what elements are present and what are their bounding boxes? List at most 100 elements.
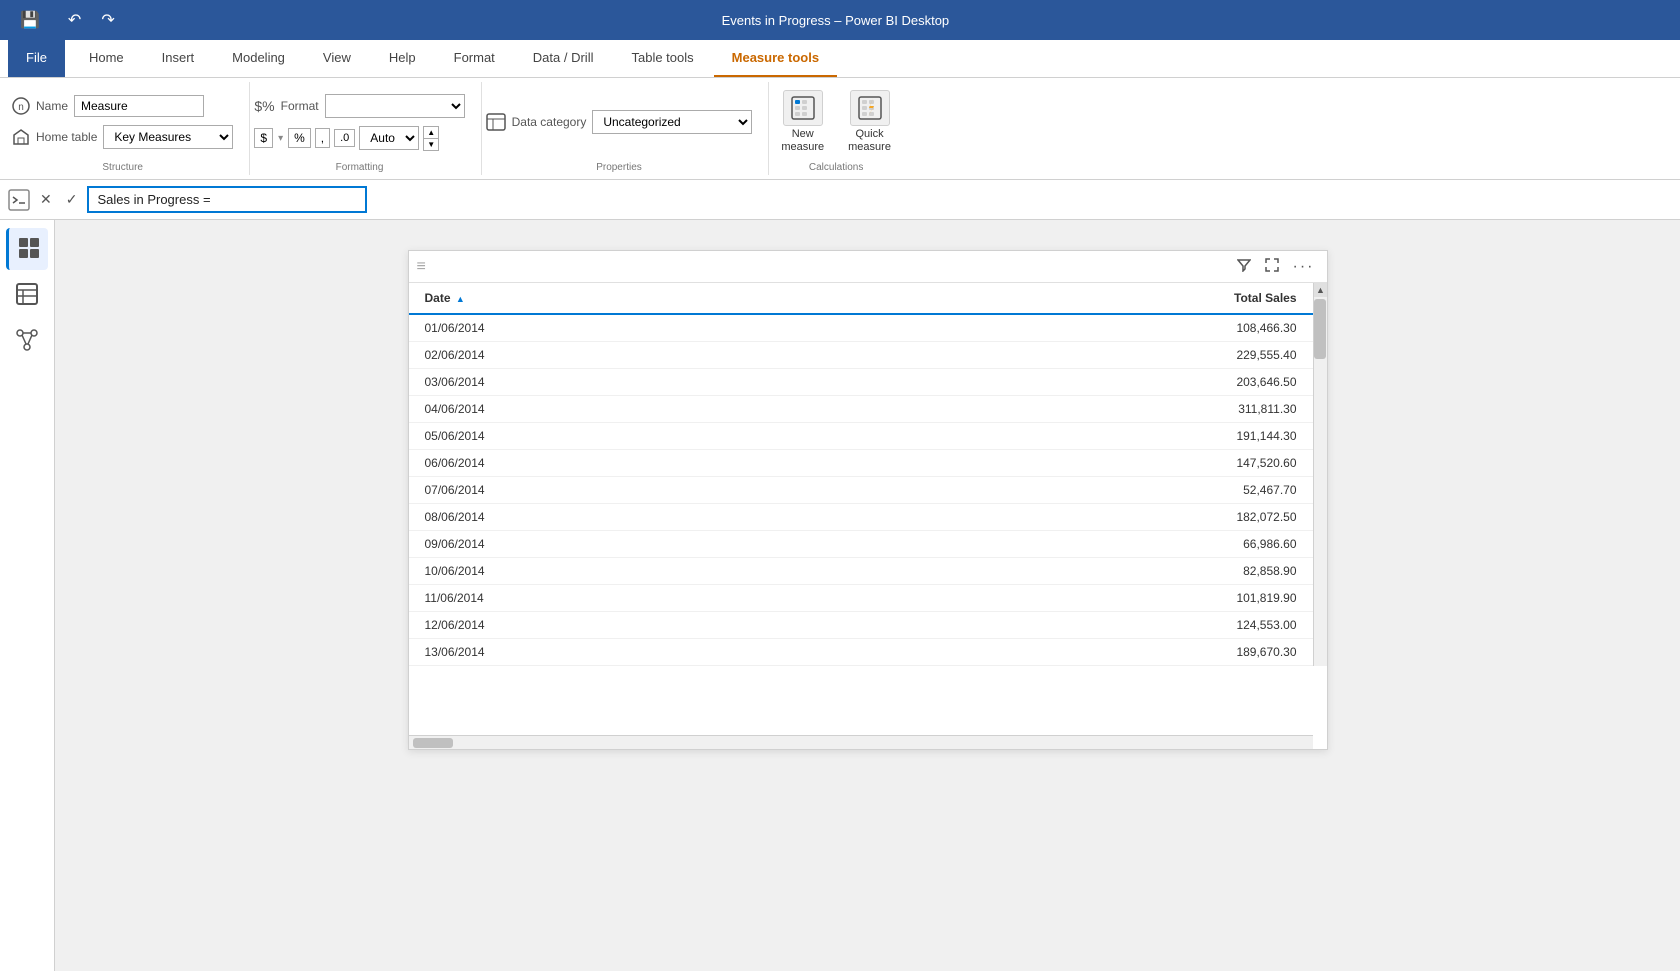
save-button[interactable]: 💾 <box>12 6 48 34</box>
svg-text:n: n <box>18 102 24 113</box>
decimal-inc-button[interactable]: .0 <box>334 129 355 147</box>
total-sales-cell: 82,858.90 <box>855 558 1313 585</box>
tab-help[interactable]: Help <box>371 40 434 77</box>
table-row: 06/06/2014147,520.60 <box>409 450 1313 477</box>
left-sidebar <box>0 220 55 971</box>
tab-home[interactable]: Home <box>71 40 142 77</box>
tab-format[interactable]: Format <box>436 40 513 77</box>
data-category-field: Data category Uncategorized Address City… <box>486 110 753 134</box>
visual-header: ≡ ··· <box>409 251 1327 283</box>
format-buttons-row: $ ▾ % , .0 Auto 0 1 2 3 ▲ <box>254 126 464 151</box>
table-row: 12/06/2014124,553.00 <box>409 612 1313 639</box>
sidebar-model-button[interactable] <box>6 320 48 362</box>
tab-view[interactable]: View <box>305 40 369 77</box>
properties-group-content: Data category Uncategorized Address City… <box>486 86 753 158</box>
total-sales-cell: 311,811.30 <box>855 396 1313 423</box>
date-cell: 05/06/2014 <box>409 423 855 450</box>
calculations-label: Calculations <box>773 162 899 175</box>
home-table-label: Home table <box>36 130 97 144</box>
scroll-up-button[interactable]: ▲ <box>1314 283 1327 297</box>
more-options-icon: ··· <box>1293 258 1315 275</box>
auto-select[interactable]: Auto 0 1 2 3 <box>359 126 419 150</box>
table-row: 08/06/2014182,072.50 <box>409 504 1313 531</box>
save-icon: 💾 <box>20 12 40 29</box>
new-measure-button[interactable]: Newmeasure <box>773 86 832 158</box>
name-icon: n <box>12 97 30 115</box>
data-category-label: Data category <box>512 115 587 129</box>
sidebar-report-button[interactable] <box>6 228 48 270</box>
tab-measuretools[interactable]: Measure tools <box>714 40 837 77</box>
table-visual: ≡ ··· <box>408 250 1328 750</box>
ribbon-group-structure: n Name Home table Key Measures <box>8 82 250 175</box>
undo-button[interactable]: ↶ <box>60 6 89 34</box>
auto-up-button[interactable]: ▲ <box>423 126 439 139</box>
tab-modeling[interactable]: Modeling <box>214 40 303 77</box>
table-row: 02/06/2014229,555.40 <box>409 342 1313 369</box>
total-sales-cell: 191,144.30 <box>855 423 1313 450</box>
tab-tabletools[interactable]: Table tools <box>613 40 711 77</box>
quick-measure-button[interactable]: Quickmeasure <box>840 86 899 158</box>
more-options-button[interactable]: ··· <box>1289 256 1319 278</box>
visual-drag-handle[interactable]: ≡ <box>417 258 426 276</box>
vertical-scrollbar[interactable]: ▲ <box>1313 283 1327 666</box>
window-title: Events in Progress – Power BI Desktop <box>722 13 950 28</box>
total-sales-cell: 229,555.40 <box>855 342 1313 369</box>
ribbon-group-properties: Data category Uncategorized Address City… <box>482 82 770 175</box>
date-cell: 08/06/2014 <box>409 504 855 531</box>
total-sales-column-header[interactable]: Total Sales <box>855 283 1313 314</box>
formatting-group-content: $% Format General Currency Percentage De… <box>254 86 464 158</box>
date-cell: 07/06/2014 <box>409 477 855 504</box>
format-text-label: Format <box>281 99 319 113</box>
main-layout: ≡ ··· <box>0 220 1680 971</box>
data-category-select[interactable]: Uncategorized Address City Country Latit… <box>592 110 752 134</box>
table-header-row: Date ▲ Total Sales <box>409 283 1313 314</box>
percent-button[interactable]: % <box>288 128 311 148</box>
filter-button[interactable] <box>1233 256 1255 277</box>
ribbon-content: n Name Home table Key Measures <box>0 78 1680 179</box>
table-row: 01/06/2014108,466.30 <box>409 314 1313 342</box>
formula-confirm-button[interactable]: ✓ <box>62 189 82 210</box>
currency-button[interactable]: $ <box>254 128 273 148</box>
currency-dropdown-arrow[interactable]: ▾ <box>278 133 283 144</box>
comma-button[interactable]: , <box>315 128 330 148</box>
horizontal-scrollbar[interactable] <box>409 735 1313 749</box>
focus-mode-button[interactable] <box>1261 256 1283 277</box>
total-sales-cell: 189,670.30 <box>855 639 1313 666</box>
formula-input[interactable] <box>87 186 367 213</box>
formula-bar: ✕ ✓ <box>0 180 1680 220</box>
scroll-thumb[interactable] <box>1314 299 1326 359</box>
redo-button[interactable]: ↷ <box>93 6 122 34</box>
title-bar-left: 💾 ↶ ↷ <box>12 6 123 34</box>
title-bar: 💾 ↶ ↷ Events in Progress – Power BI Desk… <box>0 0 1680 40</box>
calculations-group-content: Newmeasure <box>773 86 899 158</box>
tab-file[interactable]: File <box>8 40 65 77</box>
quick-measure-label: Quickmeasure <box>848 128 891 154</box>
name-input[interactable] <box>74 95 204 117</box>
auto-spinner: ▲ ▼ <box>423 126 439 151</box>
lightning-calc-icon <box>856 94 884 122</box>
calculator-icon <box>789 94 817 122</box>
structure-label: Structure <box>12 162 233 175</box>
tab-datadrill[interactable]: Data / Drill <box>515 40 612 77</box>
date-column-header[interactable]: Date ▲ <box>409 283 855 314</box>
name-label: Name <box>36 99 68 113</box>
date-cell: 12/06/2014 <box>409 612 855 639</box>
home-table-select[interactable]: Key Measures Sales Products Customers <box>103 125 233 149</box>
table-row: 03/06/2014203,646.50 <box>409 369 1313 396</box>
total-sales-cell: 182,072.50 <box>855 504 1313 531</box>
formula-cancel-button[interactable]: ✕ <box>36 189 56 210</box>
auto-down-button[interactable]: ▼ <box>423 139 439 151</box>
date-cell: 01/06/2014 <box>409 314 855 342</box>
sidebar-table-button[interactable] <box>6 274 48 316</box>
format-select[interactable]: General Currency Percentage Decimal <box>325 94 465 118</box>
total-sales-cell: 203,646.50 <box>855 369 1313 396</box>
undo-redo-group: ↶ ↷ <box>60 6 123 34</box>
sort-arrow-icon: ▲ <box>456 294 465 304</box>
table-row: 11/06/2014101,819.90 <box>409 585 1313 612</box>
ribbon-group-formatting: $% Format General Currency Percentage De… <box>250 82 481 175</box>
total-sales-cell: 101,819.90 <box>855 585 1313 612</box>
tab-insert[interactable]: Insert <box>144 40 213 77</box>
h-scroll-thumb[interactable] <box>413 738 453 748</box>
properties-label: Properties <box>486 162 753 175</box>
table-row: 10/06/201482,858.90 <box>409 558 1313 585</box>
